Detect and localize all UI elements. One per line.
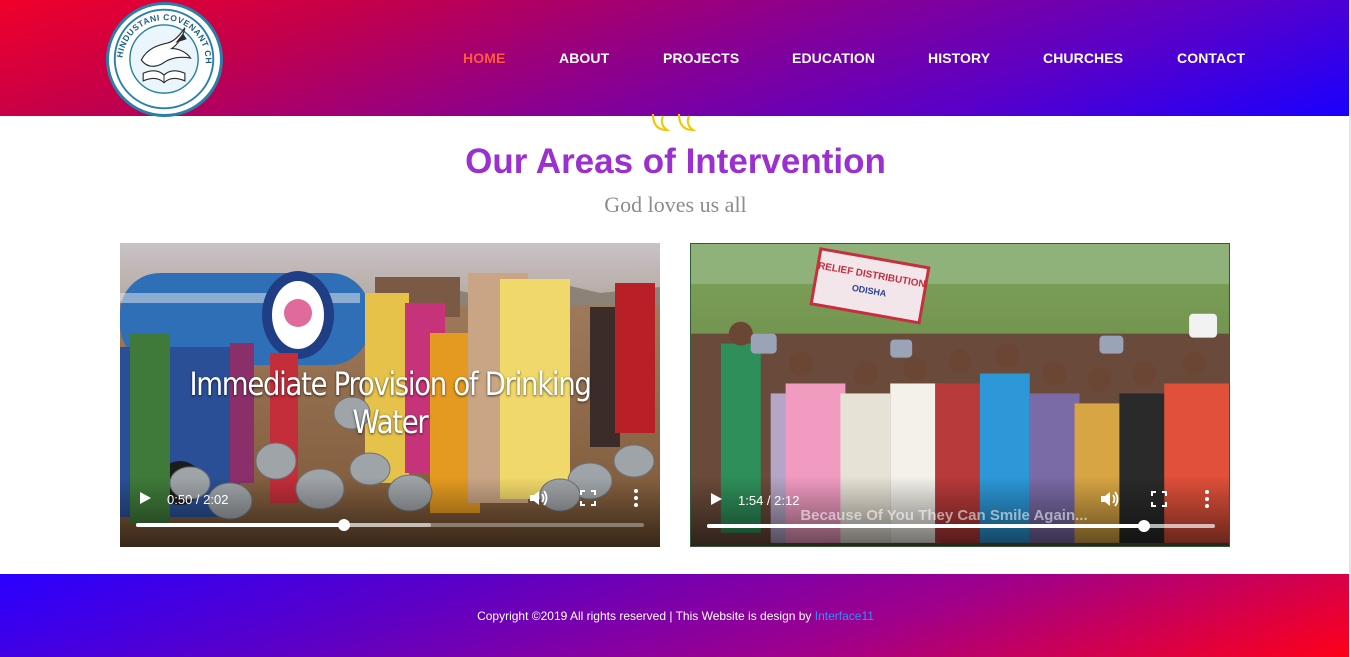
nav-education[interactable]: EDUCATION (792, 50, 875, 66)
nav-about[interactable]: ABOUT (559, 50, 609, 66)
video-progress-fill (136, 523, 345, 527)
more-options-icon[interactable] (630, 488, 642, 508)
fullscreen-icon[interactable] (1151, 491, 1167, 507)
video-progress-bar[interactable] (707, 520, 1215, 532)
designer-link[interactable]: Interface11 (815, 609, 874, 623)
site-header: HINDUSTANI COVENANT CHURCH HOME ABOUT PR… (0, 0, 1351, 117)
video-overlay-title: Immediate Provision of Drinking Water (189, 365, 591, 441)
video-time-display: 0:50 / 2:02 (167, 492, 229, 507)
play-icon[interactable] (138, 491, 152, 505)
video-progress-knob[interactable] (1137, 520, 1150, 532)
video-player-drinking-water[interactable]: Immediate Provision of Drinking Water 0:… (120, 243, 660, 547)
copyright-text: Copyright ©2019 All rights reserved | Th… (477, 609, 815, 623)
quote-icon (652, 113, 697, 132)
nav-churches[interactable]: CHURCHES (1043, 50, 1123, 66)
volume-icon[interactable] (528, 489, 550, 507)
nav-contact[interactable]: CONTACT (1177, 50, 1245, 66)
footer-copyright: Copyright ©2019 All rights reserved | Th… (0, 609, 1351, 623)
video-player-relief-distribution[interactable]: RELIEF DISTRIBUTION ODISHA Because Of Yo… (690, 243, 1230, 547)
volume-icon[interactable] (1099, 490, 1121, 508)
fullscreen-icon[interactable] (580, 490, 596, 506)
main-nav: HOME ABOUT PROJECTS EDUCATION HISTORY CH… (0, 50, 1351, 68)
video-controls-bar (120, 477, 660, 547)
more-options-icon[interactable] (1201, 489, 1213, 509)
play-icon[interactable] (709, 492, 723, 506)
video-time-display: 1:54 / 2:12 (738, 493, 800, 508)
video-progress-bar[interactable] (136, 519, 644, 531)
section-subtitle: God loves us all (604, 192, 747, 217)
site-footer: Copyright ©2019 All rights reserved | Th… (0, 574, 1351, 657)
video-progress-fill (707, 524, 1144, 528)
nav-projects[interactable]: PROJECTS (663, 50, 739, 66)
section-title: Our Areas of Intervention (465, 142, 886, 181)
nav-history[interactable]: HISTORY (928, 50, 990, 66)
nav-home[interactable]: HOME (463, 50, 505, 66)
